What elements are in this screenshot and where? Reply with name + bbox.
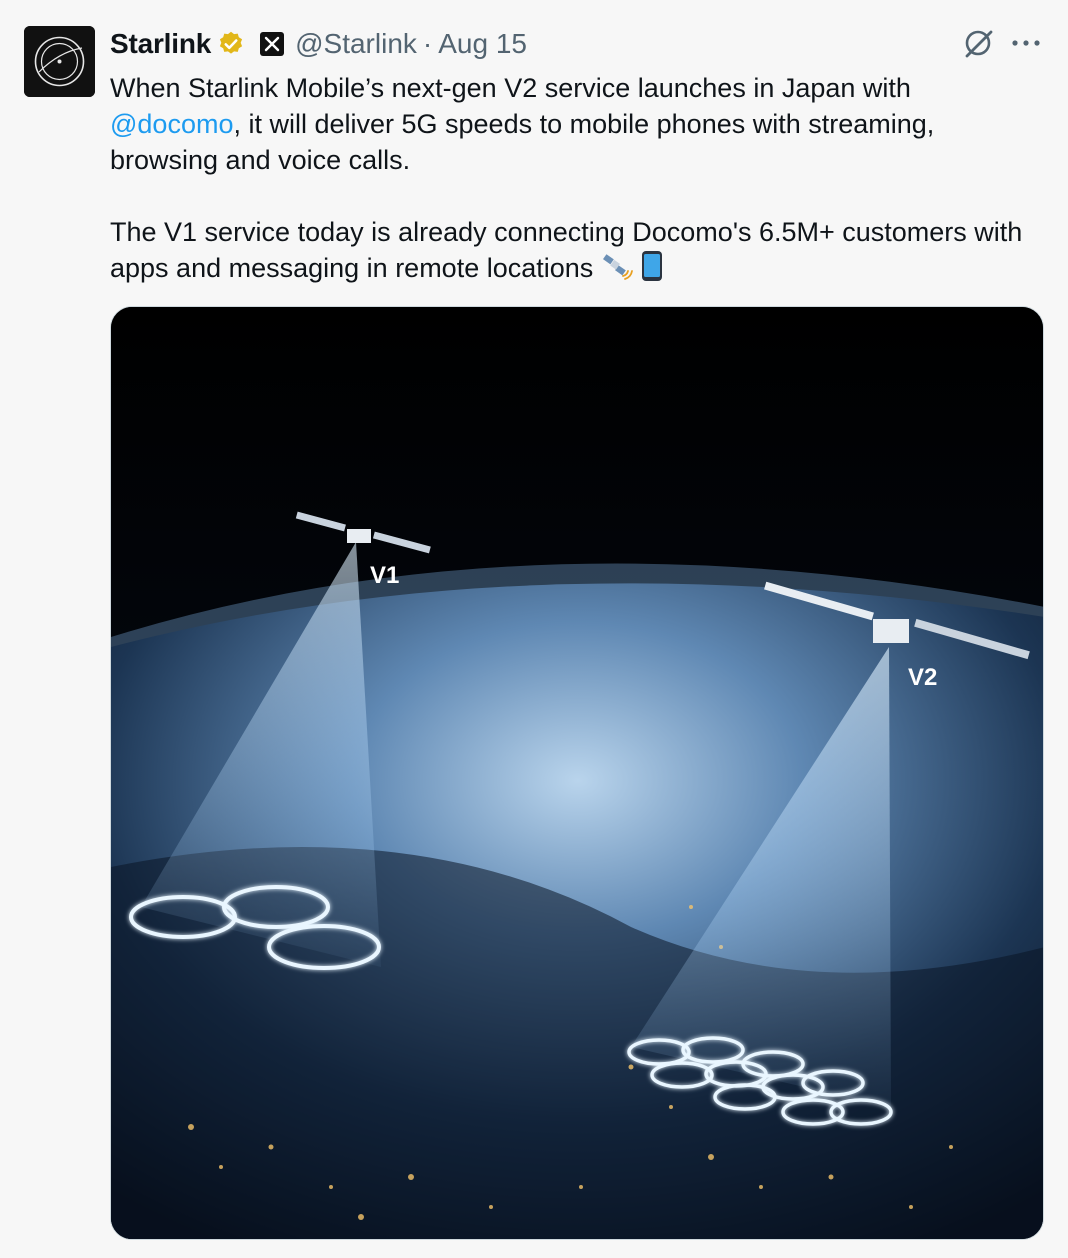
- paragraph-1: When Starlink Mobile’s next-gen V2 servi…: [110, 70, 1030, 178]
- mention-docomo[interactable]: @docomo: [110, 109, 233, 139]
- label-v2: V2: [908, 664, 937, 691]
- post-date[interactable]: Aug 15: [438, 28, 527, 60]
- tweet[interactable]: Starlink @Starlink · Aug 15 When Starlin…: [0, 0, 1068, 1258]
- post-image[interactable]: V1 V2: [110, 306, 1044, 1240]
- text-line-1: When Starlink Mobile’s next-gen V2 servi…: [110, 73, 911, 103]
- author-handle[interactable]: @Starlink: [295, 28, 417, 60]
- author-name[interactable]: Starlink: [110, 28, 211, 60]
- label-v1: V1: [370, 562, 399, 589]
- paragraph-2-text: The V1 service today is already connecti…: [110, 217, 1023, 283]
- starlink-logo-icon[interactable]: [24, 26, 95, 97]
- tweet-header: Starlink @Starlink · Aug 15: [110, 24, 527, 64]
- paragraph-2: The V1 service today is already connecti…: [110, 214, 1030, 291]
- x-affiliate-icon[interactable]: [259, 31, 285, 57]
- phone-emoji-icon: [640, 250, 664, 291]
- satellite-emoji-icon: [601, 252, 633, 291]
- grok-icon[interactable]: [962, 27, 994, 59]
- separator-dot: ·: [422, 28, 433, 59]
- tweet-text: When Starlink Mobile’s next-gen V2 servi…: [110, 70, 1030, 291]
- verified-badge-icon[interactable]: [217, 30, 245, 58]
- text-line-2: , it will deliver 5G speeds to mobile ph…: [110, 109, 935, 175]
- more-icon[interactable]: [1010, 28, 1042, 58]
